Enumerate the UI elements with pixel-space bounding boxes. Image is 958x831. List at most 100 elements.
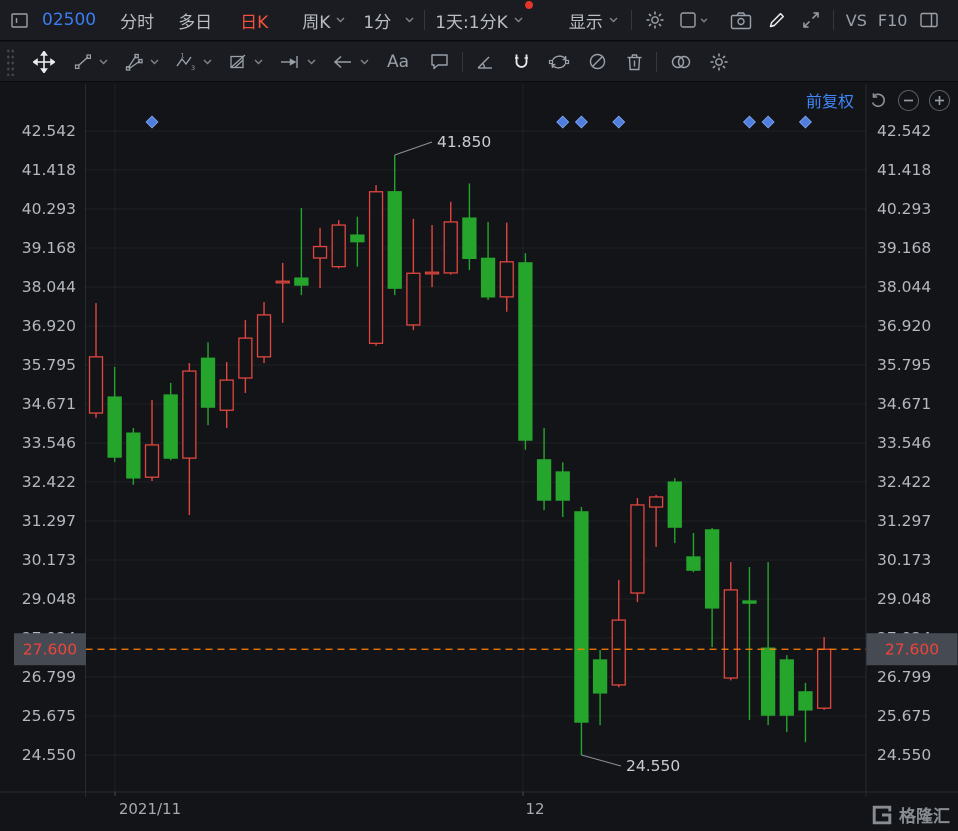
settings-gear-button[interactable] xyxy=(645,10,665,30)
zoom-out-button[interactable] xyxy=(898,90,919,111)
fullscreen-button[interactable] xyxy=(801,10,821,30)
divider xyxy=(462,52,463,72)
candle-body xyxy=(500,262,513,297)
brand-name: 格隆汇 xyxy=(899,802,950,827)
event-marker-diamond[interactable] xyxy=(800,116,812,128)
candle-body xyxy=(631,505,644,593)
pitchfork-tool[interactable] xyxy=(124,52,159,72)
candlestick xyxy=(332,220,345,268)
y-tick-label-right: 38.044 xyxy=(877,278,931,296)
candlestick xyxy=(463,183,476,270)
chevron-down-icon xyxy=(700,18,708,23)
text-tool-label: Aa xyxy=(387,52,409,72)
tab-weekly-k[interactable]: 周K xyxy=(302,8,345,33)
auto-sync-button[interactable] xyxy=(548,52,570,72)
text-tool[interactable]: Aa xyxy=(387,52,409,72)
trend-angle-tool[interactable] xyxy=(475,53,495,71)
tab-timeshare[interactable]: 分时 xyxy=(120,8,154,33)
candlestick xyxy=(146,400,159,481)
candlestick xyxy=(388,155,401,295)
annotation-connector xyxy=(395,142,432,155)
tab-daily-k[interactable]: 日K xyxy=(240,8,268,33)
gann-box-tool[interactable] xyxy=(228,52,263,72)
y-tick-label-right: 24.550 xyxy=(877,746,931,764)
candle-body xyxy=(463,218,476,258)
candle-body xyxy=(818,649,831,708)
chevron-down-icon xyxy=(336,17,345,23)
candlestick xyxy=(631,498,644,602)
y-tick-label-left: 41.418 xyxy=(22,161,76,179)
tab-multiday[interactable]: 多日 xyxy=(178,8,212,33)
candlestick xyxy=(127,428,140,485)
candlestick xyxy=(276,263,289,323)
chart-window-icon[interactable] xyxy=(10,11,29,30)
display-menu[interactable]: 显示 xyxy=(569,8,618,33)
chevron-down-icon xyxy=(514,17,523,23)
arrow-marker-tool[interactable] xyxy=(332,53,369,71)
y-tick-label-right: 32.422 xyxy=(877,473,931,491)
symbol-code[interactable]: 02500 xyxy=(42,10,96,30)
y-tick-label-left: 29.048 xyxy=(22,590,76,608)
event-marker-diamond[interactable] xyxy=(575,116,587,128)
elliott-wave-tool[interactable]: 13 xyxy=(175,52,212,72)
trend-line-tool[interactable] xyxy=(73,52,108,72)
panel-toggle-button[interactable] xyxy=(919,11,939,29)
y-tick-label-left: 36.920 xyxy=(22,317,76,335)
cursor-move-tool[interactable] xyxy=(33,51,55,73)
candle-body xyxy=(202,358,215,407)
candle-body xyxy=(220,380,233,410)
y-tick-label-left: 33.546 xyxy=(22,434,76,452)
candlestick xyxy=(762,562,775,725)
event-marker-diamond[interactable] xyxy=(146,116,158,128)
candlestick xyxy=(407,219,420,330)
candlestick xyxy=(202,342,215,425)
event-marker-diamond[interactable] xyxy=(557,116,569,128)
top-toolbar: 02500 分时 多日 日K 周K 1分 1天:1分K 显示 xyxy=(0,0,958,41)
reset-zoom-button[interactable] xyxy=(868,90,888,110)
zoom-in-button[interactable] xyxy=(929,90,950,111)
candlestick xyxy=(818,637,831,710)
layout-select-button[interactable] xyxy=(679,11,708,29)
candle-body xyxy=(108,397,121,457)
candle-body xyxy=(127,433,140,478)
divider xyxy=(833,10,834,30)
candle-body xyxy=(314,247,327,258)
event-marker-diamond[interactable] xyxy=(762,116,774,128)
candlestick xyxy=(295,208,308,295)
chevron-down-icon xyxy=(99,59,108,65)
comment-tool[interactable] xyxy=(429,52,450,71)
adjustment-mode-button[interactable]: 前复权 xyxy=(806,88,854,112)
symbol-label: 02500 xyxy=(42,10,96,30)
candle-body xyxy=(351,235,364,242)
toolbar-grip-handle[interactable] xyxy=(6,48,15,76)
magnet-mode-button[interactable] xyxy=(512,52,531,72)
gear-icon xyxy=(645,10,665,30)
drawing-toolbar: 13 Aa xyxy=(0,42,958,82)
candle-body xyxy=(426,272,439,274)
gelonghui-logo-icon xyxy=(871,804,893,826)
period-combo-select[interactable]: 1天:1分K xyxy=(435,8,523,33)
object-tree-button[interactable] xyxy=(669,53,693,71)
y-tick-label-right: 42.542 xyxy=(877,122,931,140)
price-annotation: 24.550 xyxy=(626,757,680,775)
candle-body xyxy=(388,192,401,288)
candle-body xyxy=(276,281,289,283)
vs-label: VS xyxy=(846,11,867,30)
vs-compare-button[interactable]: VS xyxy=(846,11,867,30)
delete-drawings-button[interactable] xyxy=(625,52,644,72)
chevron-down-icon xyxy=(203,59,212,65)
toolbar-settings-button[interactable] xyxy=(709,52,729,72)
angle-icon xyxy=(475,53,495,71)
y-tick-label-right: 34.671 xyxy=(877,395,931,413)
event-marker-diamond[interactable] xyxy=(613,116,625,128)
screenshot-button[interactable] xyxy=(730,11,752,30)
candlestick xyxy=(594,650,607,725)
hide-drawings-button[interactable] xyxy=(587,51,608,72)
move-crosshair-icon xyxy=(33,51,55,73)
magnet-icon xyxy=(512,52,531,72)
measure-projection-tool[interactable] xyxy=(279,52,316,72)
interval-1min-select[interactable]: 1分 xyxy=(363,8,414,33)
draw-annotate-button[interactable] xyxy=(767,10,787,30)
f10-info-button[interactable]: F10 xyxy=(878,11,908,30)
event-marker-diamond[interactable] xyxy=(744,116,756,128)
